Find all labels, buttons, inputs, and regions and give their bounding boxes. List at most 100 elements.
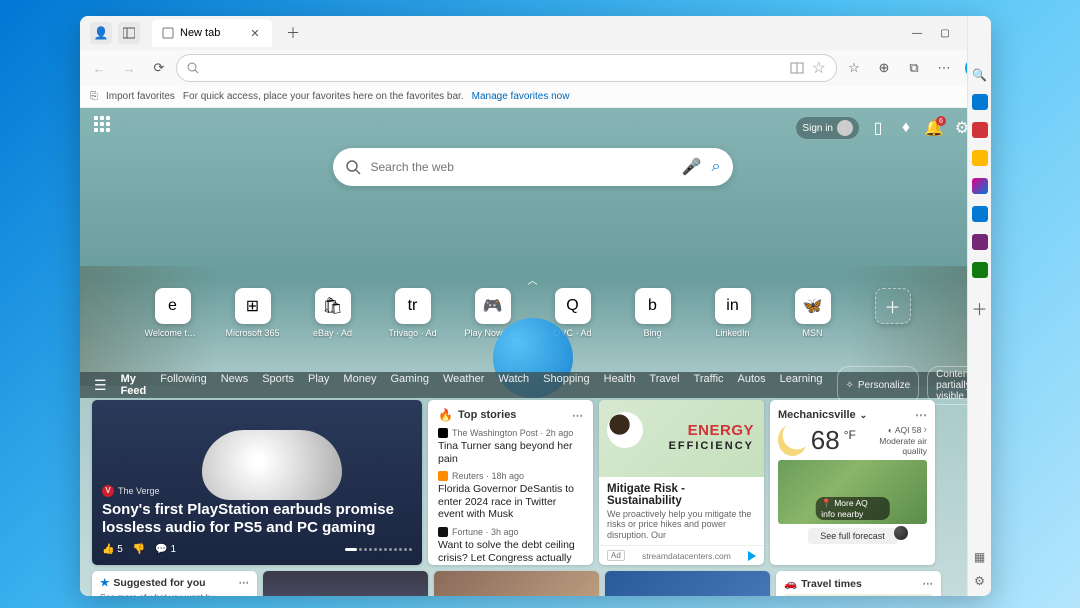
import-favorites-link[interactable]: Import favorites	[106, 91, 175, 102]
top-story[interactable]: Fortune · 3h agoWant to solve the debt c…	[438, 527, 583, 565]
ad-badge: Ad	[607, 550, 625, 561]
ntp-search-input[interactable]	[371, 160, 672, 174]
weather-radar[interactable]: 📍 More AQ info nearby	[778, 460, 927, 524]
sidebar-shopping-icon[interactable]	[972, 94, 988, 110]
nav-item[interactable]: Autos	[738, 373, 766, 397]
nav-item[interactable]: Money	[343, 373, 376, 397]
top-stories-list: The Washington Post · 2h agoTina Turner …	[438, 422, 583, 565]
favorite-star-icon[interactable]: ☆	[812, 58, 826, 78]
sidebar-outlook-icon[interactable]	[972, 206, 988, 222]
reader-icon[interactable]	[790, 61, 804, 75]
forward-button[interactable]: →	[116, 55, 142, 81]
tab-actions-icon[interactable]	[118, 22, 140, 44]
quick-link[interactable]: eWelcome to ...	[147, 288, 199, 338]
profile-icon[interactable]: 👤	[90, 22, 112, 44]
nav-item[interactable]: Traffic	[694, 373, 724, 397]
top-story[interactable]: The Washington Post · 2h agoTina Turner …	[438, 428, 583, 465]
hero-card[interactable]: VThe Verge Sony's first PlayStation earb…	[92, 400, 422, 565]
back-button[interactable]: ←	[86, 55, 112, 81]
favorites-bar: ⎘ Import favorites For quick access, pla…	[80, 86, 991, 108]
new-tab-button[interactable]: ＋	[282, 22, 304, 44]
sidebar-customize-icon[interactable]: ▦	[974, 550, 985, 564]
carousel-dots[interactable]	[345, 548, 412, 551]
quick-link[interactable]: ⊞Microsoft 365	[227, 288, 279, 338]
quick-link[interactable]: 🦋MSN	[787, 288, 839, 338]
quick-link[interactable]: inLinkedIn	[707, 288, 759, 338]
nav-item[interactable]: Play	[308, 373, 329, 397]
feed-thumb-3[interactable]	[605, 571, 770, 596]
nav-item[interactable]: My Feed	[121, 373, 147, 397]
address-bar[interactable]: ☆	[176, 54, 837, 82]
minimize-button[interactable]: —	[903, 19, 931, 47]
sidebar-games-icon[interactable]	[972, 150, 988, 166]
nav-item[interactable]: Sports	[262, 373, 294, 397]
collections-button[interactable]: ⧉	[901, 55, 927, 81]
like-button[interactable]: 👍 5	[102, 544, 123, 555]
extensions-button[interactable]: ⊕	[871, 55, 897, 81]
nav-item[interactable]: Gaming	[390, 373, 429, 397]
app-launcher-icon[interactable]	[94, 116, 118, 140]
close-tab-icon[interactable]: ✕	[248, 26, 262, 40]
collapse-quicklinks-icon[interactable]: ︿	[528, 272, 538, 287]
moon-icon	[778, 424, 807, 456]
ntp-search-box[interactable]: 🎤 ⌕	[333, 148, 733, 186]
see-forecast-button[interactable]: See full forecast	[808, 528, 898, 544]
image-search-icon[interactable]: ⌕	[712, 158, 721, 176]
sidebar-drop-icon[interactable]	[972, 234, 988, 250]
nav-item[interactable]: Learning	[780, 373, 823, 397]
top-story[interactable]: Reuters · 18h agoFlorida Governor DeSant…	[438, 471, 583, 521]
card-menu-icon[interactable]: ⋯	[572, 409, 583, 422]
mobile-icon[interactable]: ▯	[869, 119, 887, 137]
sidebar-add-icon[interactable]: ＋	[971, 296, 987, 320]
manage-favorites-link[interactable]: Manage favorites now	[472, 91, 570, 102]
nav-item[interactable]: Watch	[498, 373, 529, 397]
feed-grid: VThe Verge Sony's first PlayStation earb…	[92, 400, 967, 565]
nav-item[interactable]: Shopping	[543, 373, 590, 397]
travel-times-card[interactable]: 🚗Travel times⋯	[776, 571, 941, 596]
sidebar-tools-icon[interactable]	[972, 122, 988, 138]
dislike-button[interactable]: 👎	[133, 544, 145, 555]
card-menu-icon[interactable]: ⋯	[923, 578, 934, 590]
nav-item[interactable]: Travel	[649, 373, 679, 397]
notifications-icon[interactable]: 🔔6	[925, 119, 943, 137]
card-menu-icon[interactable]: ⋯	[915, 408, 927, 422]
feed-nav-items: My Feed Following News Sports Play Money Gamin…	[121, 373, 823, 397]
more-button[interactable]: ⋯	[931, 55, 957, 81]
voice-search-icon[interactable]: 🎤	[682, 157, 702, 177]
quick-link[interactable]: 🛍eBay · Ad	[307, 288, 359, 338]
suggested-sub: See more of what you want by following t…	[100, 592, 249, 596]
maximize-button[interactable]: ▢	[931, 19, 959, 47]
refresh-button[interactable]: ⟳	[146, 55, 172, 81]
add-quick-link[interactable]: ＋	[867, 288, 919, 324]
ad-card[interactable]: EFFICIENCY Mitigate Risk - Sustainabilit…	[599, 400, 764, 565]
tab-title: New tab	[180, 27, 220, 39]
feed-thumb-1[interactable]	[263, 571, 428, 596]
card-menu-icon[interactable]: ⋯	[239, 577, 250, 589]
quick-link-tile: Q	[555, 288, 591, 324]
nav-item[interactable]: Health	[604, 373, 636, 397]
nav-item[interactable]: Weather	[443, 373, 484, 397]
tab-newtab[interactable]: New tab ✕	[152, 19, 272, 47]
quick-link[interactable]: trTrivago · Ad	[387, 288, 439, 338]
nav-item[interactable]: Following	[160, 373, 206, 397]
comments-button[interactable]: 💬 1	[155, 544, 176, 555]
ad-play-icon[interactable]	[748, 551, 756, 561]
radar-badge[interactable]: 📍 More AQ info nearby	[815, 497, 890, 520]
import-favorites-icon[interactable]: ⎘	[90, 91, 98, 102]
personalize-button[interactable]: ✧ Personalize	[837, 366, 920, 405]
ntp-top-right: Sign in ▯ ♦ 🔔6 ⚙	[796, 117, 971, 139]
sidebar-search-icon[interactable]: 🔍	[972, 68, 987, 82]
signin-button[interactable]: Sign in	[796, 117, 859, 139]
weather-card[interactable]: Mechanicsville ⌄⋯ 68 °F ◐ AQI 58› Modera…	[770, 400, 935, 565]
feed-thumb-2[interactable]	[434, 571, 599, 596]
sidebar-settings-icon[interactable]: ⚙	[974, 574, 985, 588]
weather-location[interactable]: Mechanicsville ⌄⋯	[778, 408, 927, 422]
quick-link[interactable]: bBing	[627, 288, 679, 338]
nav-item[interactable]: News	[221, 373, 249, 397]
sidebar-m365-icon[interactable]	[972, 178, 988, 194]
address-input[interactable]	[207, 61, 782, 75]
sidebar-efficiency-icon[interactable]	[972, 262, 988, 278]
rewards-icon[interactable]: ♦	[897, 119, 915, 137]
favorites-button[interactable]: ☆	[841, 55, 867, 81]
feed-menu-icon[interactable]: ☰	[94, 377, 107, 394]
